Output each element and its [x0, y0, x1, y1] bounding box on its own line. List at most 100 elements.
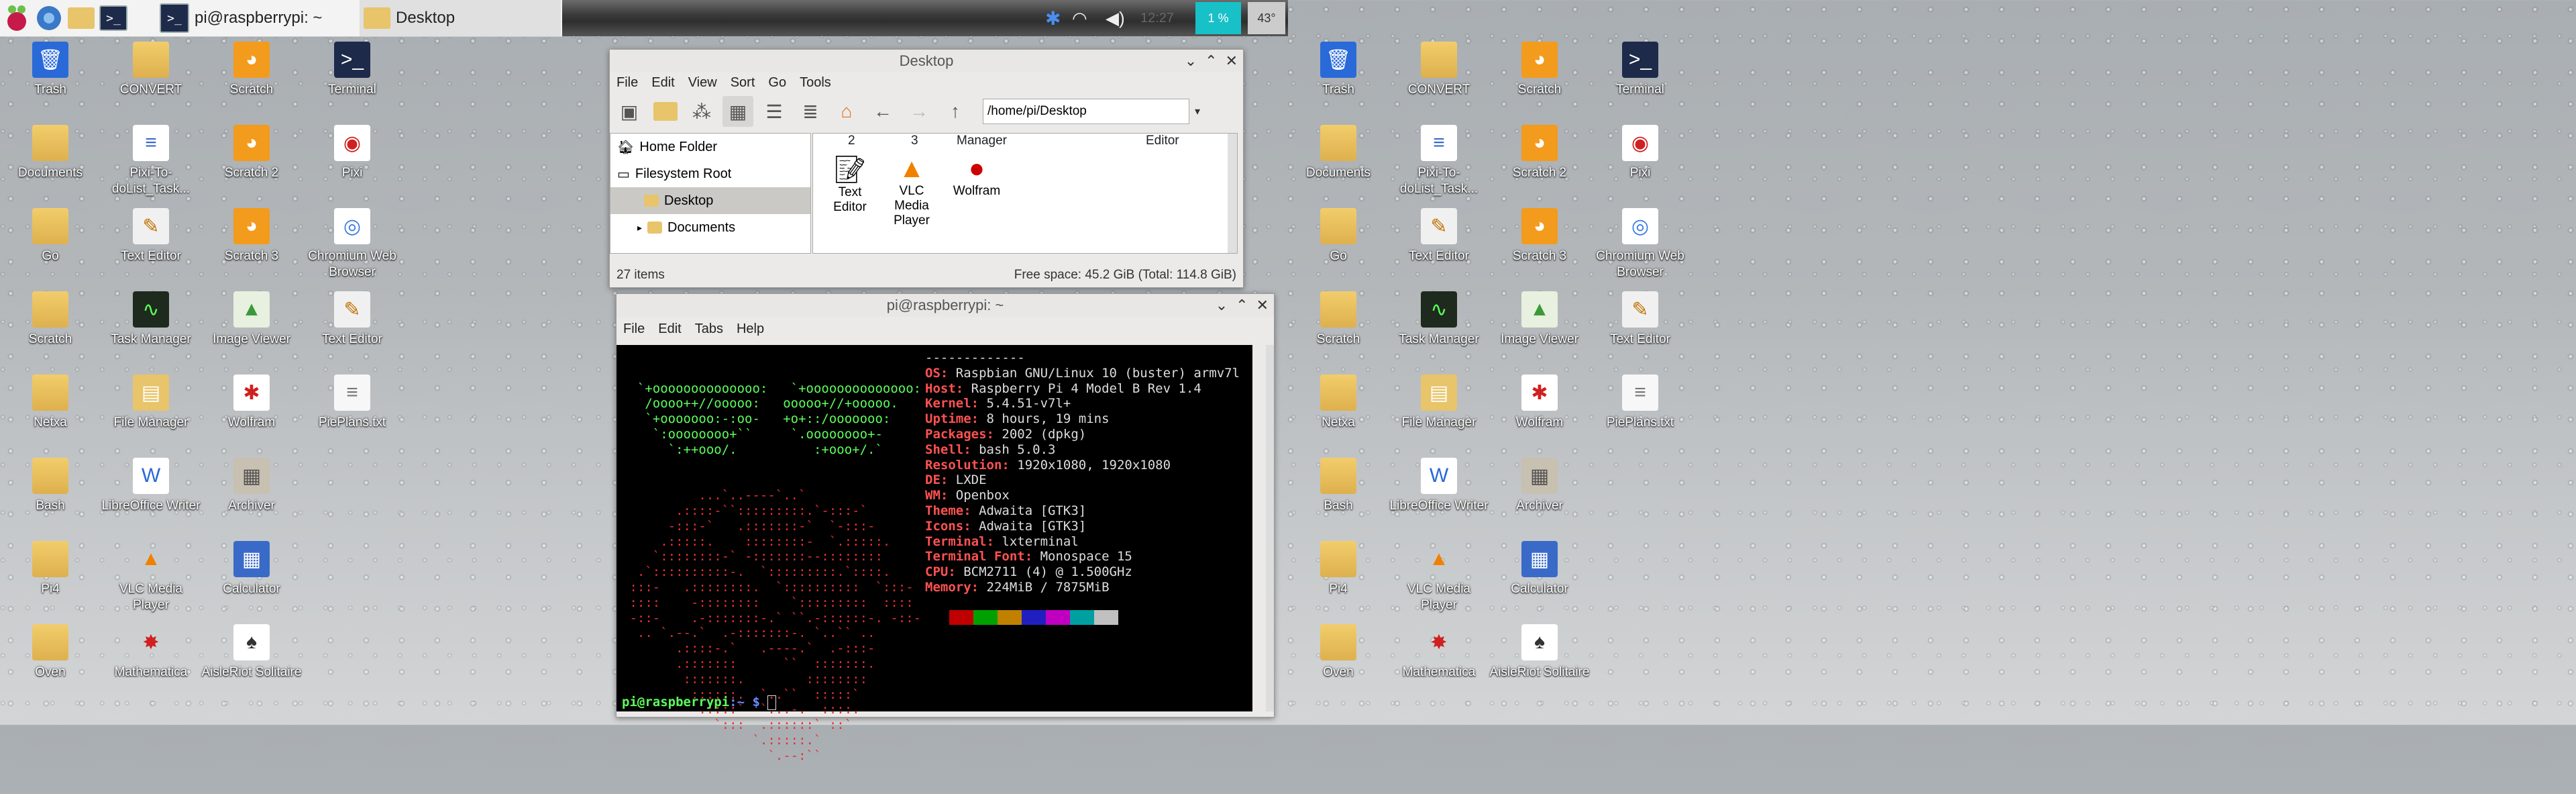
desktop-icon[interactable]: ♠ AisleRiot Solitaire [1489, 624, 1590, 681]
scrollbar[interactable] [1266, 345, 1274, 711]
desktop-icon[interactable]: Netxa [0, 375, 101, 431]
path-input[interactable]: /home/pi/Desktop [983, 99, 1189, 124]
desktop-icon[interactable]: ▦ Archiver [1489, 458, 1590, 514]
desktop-icon[interactable]: Documents [0, 125, 101, 181]
place-root[interactable]: ▭ Filesystem Root [610, 160, 810, 187]
menu-file[interactable]: File [623, 321, 645, 337]
desktop-icon[interactable]: Bash [1288, 458, 1389, 514]
menu-go[interactable]: Go [768, 75, 786, 91]
desktop-icon[interactable]: ✎ Text Editor [302, 291, 402, 348]
temperature-monitor[interactable]: 43° [1248, 2, 1285, 34]
desktop-icon[interactable]: ▦ Calculator [201, 541, 302, 597]
desktop-icon[interactable]: ≡ Pixi-To-doList_Task... [1389, 125, 1489, 197]
menu-edit[interactable]: Edit [651, 75, 674, 91]
desktop-icon[interactable]: Pi4 [1288, 541, 1389, 597]
desktop-icon[interactable]: 🗑︎ Trash [1288, 42, 1389, 98]
desktop-icon[interactable]: ✸ Mathematica [1389, 624, 1489, 681]
desktop-icon[interactable]: ✎ Text Editor [1389, 208, 1489, 264]
desktop-icon[interactable]: ◕ Scratch 2 [201, 125, 302, 181]
tree-desktop[interactable]: Desktop [610, 187, 810, 214]
task-terminal[interactable]: >_ pi@raspberrypi: ~ [156, 0, 357, 36]
desktop-icon[interactable]: ◕ Scratch [1489, 42, 1590, 98]
menu-tools[interactable]: Tools [800, 75, 831, 91]
bluetooth-icon[interactable]: ✱ [1045, 0, 1061, 36]
file-item[interactable]: 📝︎ Text Editor [826, 154, 873, 215]
cpu-monitor[interactable]: 1 % [1195, 2, 1241, 34]
desktop-icon[interactable]: Scratch [0, 291, 101, 348]
desktop-icon[interactable]: ◕ Scratch 2 [1489, 125, 1590, 181]
desktop-icon[interactable]: ≡ PiePlans.txt [1590, 375, 1690, 431]
desktop-icon[interactable]: ◕ Scratch 3 [201, 208, 302, 264]
desktop-icon[interactable]: Go [1288, 208, 1389, 264]
back-arrow-icon[interactable]: ← [867, 96, 898, 127]
minimize-icon[interactable]: ⌄ [1216, 297, 1228, 314]
new-window-icon[interactable]: ▣ [614, 96, 645, 127]
clock[interactable]: 12:27 [1140, 0, 1174, 36]
desktop-icon[interactable]: ◉ Pixi [1590, 125, 1690, 181]
desktop-icon[interactable]: ≡ PiePlans.txt [302, 375, 402, 431]
desktop-icon[interactable]: >_ Terminal [1590, 42, 1690, 98]
desktop-icon[interactable]: CONVERT [101, 42, 201, 98]
desktop-icon[interactable]: ▤ File Manager [101, 375, 201, 431]
menu-file[interactable]: File [616, 75, 638, 91]
terminal-output[interactable]: `+oooooooooooooo: `+oooooooooooooo: /ooo… [616, 345, 1252, 763]
file-manager-icon[interactable] [66, 3, 97, 34]
scrollbar[interactable] [1228, 134, 1237, 253]
desktop-icon[interactable]: ✎ Text Editor [1590, 291, 1690, 348]
desktop-icon[interactable]: W LibreOffice Writer [1389, 458, 1489, 514]
desktop-icon[interactable]: ∿ Task Manager [101, 291, 201, 348]
desktop-icon[interactable]: Documents [1288, 125, 1389, 181]
desktop-icon[interactable]: ▤ File Manager [1389, 375, 1489, 431]
maximize-icon[interactable]: ⌃ [1205, 52, 1217, 70]
desktop-icon[interactable]: Scratch [1288, 291, 1389, 348]
desktop-icon[interactable]: Bash [0, 458, 101, 514]
desktop-icon[interactable]: ◉ Pixi [302, 125, 402, 181]
desktop-icon[interactable]: ▲ VLC Media Player [1389, 541, 1489, 613]
desktop-icon[interactable]: ✱ Wolfram [1489, 375, 1590, 431]
desktop-icon[interactable]: Netxa [1288, 375, 1389, 431]
desktop-icon[interactable]: ♠ AisleRiot Solitaire [201, 624, 302, 681]
forward-arrow-icon[interactable]: → [904, 96, 934, 127]
menu-tabs[interactable]: Tabs [695, 321, 723, 337]
desktop-icon[interactable]: Pi4 [0, 541, 101, 597]
desktop-icon[interactable]: >_ Terminal [302, 42, 402, 98]
maximize-icon[interactable]: ⌃ [1236, 297, 1248, 314]
desktop-icon[interactable]: CONVERT [1389, 42, 1489, 98]
desktop-icon[interactable]: ▲ VLC Media Player [101, 541, 201, 613]
tree-documents[interactable]: ▸ Documents [610, 214, 810, 241]
close-icon[interactable]: ✕ [1226, 52, 1238, 70]
desktop-icon[interactable]: Go [0, 208, 101, 264]
menu-help[interactable]: Help [737, 321, 764, 337]
desktop-icon[interactable]: ✸ Mathematica [101, 624, 201, 681]
task-desktop[interactable]: Desktop [360, 0, 561, 36]
up-arrow-icon[interactable]: ↑ [940, 96, 971, 127]
volume-icon[interactable]: ◀) [1106, 0, 1125, 36]
desktop-icon[interactable]: ∿ Task Manager [1389, 291, 1489, 348]
desktop-icon[interactable]: ◕ Scratch 3 [1489, 208, 1590, 264]
menu-edit[interactable]: Edit [658, 321, 681, 337]
desktop-icon[interactable]: ✎ Text Editor [101, 208, 201, 264]
detail-view-icon[interactable]: ≣ [795, 96, 826, 127]
new-folder-icon[interactable] [650, 96, 681, 127]
desktop-icon[interactable]: ▲ Image Viewer [1489, 291, 1590, 348]
wifi-icon[interactable]: ◠ [1072, 0, 1087, 36]
desktop-icon[interactable]: ▲ Image Viewer [201, 291, 302, 348]
desktop-icon[interactable]: W LibreOffice Writer [101, 458, 201, 514]
desktop-icon[interactable]: ◕ Scratch [201, 42, 302, 98]
desktop-icon[interactable]: ▦ Archiver [201, 458, 302, 514]
desktop-icon[interactable]: ▦ Calculator [1489, 541, 1590, 597]
prompt-line[interactable]: pi@raspberrypi:~ $ [622, 695, 777, 710]
chevron-down-icon[interactable]: ▾ [1195, 105, 1200, 118]
raspberry-menu-icon[interactable] [1, 3, 32, 34]
desktop-icon[interactable]: ✱ Wolfram [201, 375, 302, 431]
desktop-icon[interactable]: 🗑︎ Trash [0, 42, 101, 98]
file-item[interactable]: ▲ VLC Media Player [888, 154, 935, 228]
home-icon[interactable]: ⌂ [831, 96, 862, 127]
list-view-icon[interactable]: ☰ [759, 96, 790, 127]
terminal-icon[interactable]: >_ [98, 3, 129, 34]
minimize-icon[interactable]: ⌄ [1185, 52, 1197, 70]
window-title[interactable]: Desktop ⌄ ⌃ ✕ [610, 50, 1243, 72]
window-title[interactable]: pi@raspberrypi: ~ ⌄ ⌃ ✕ [616, 294, 1274, 317]
desktop-icon[interactable]: ◎ Chromium Web Browser [1590, 208, 1690, 281]
desktop-icon[interactable]: Oven [1288, 624, 1389, 681]
